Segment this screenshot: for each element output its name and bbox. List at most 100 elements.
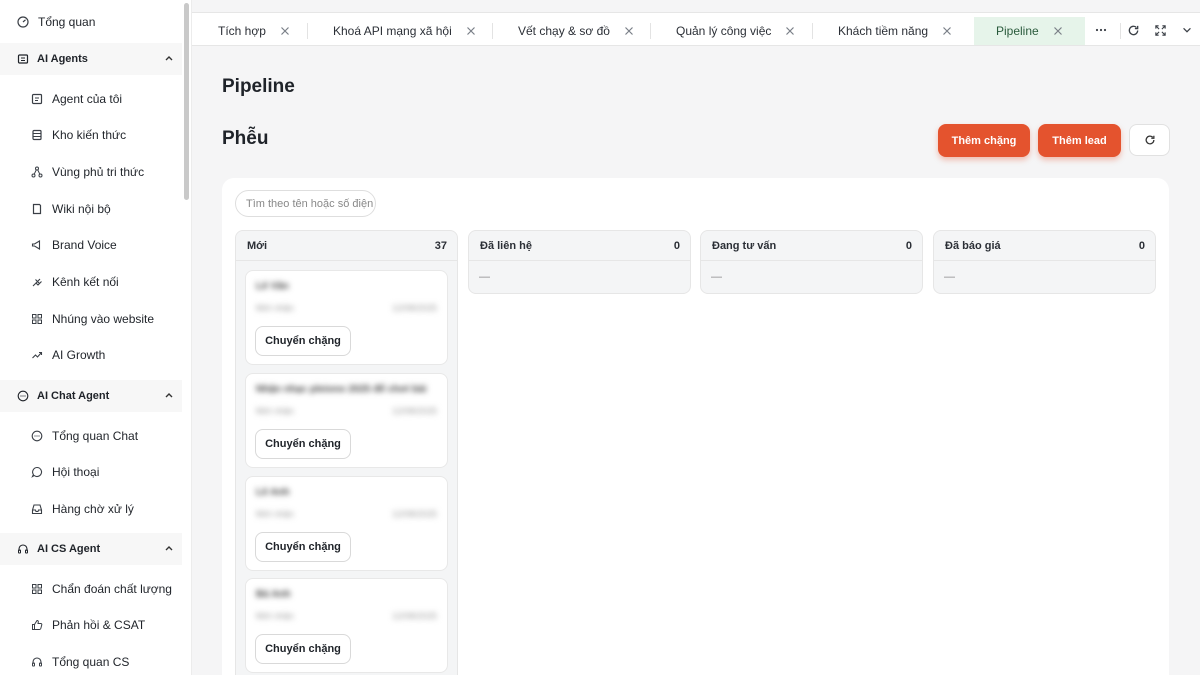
lead-card[interactable]: Lê Anh Mới nhận 12/08/2025 Chuyển chặng	[245, 476, 448, 571]
sidebar-item-wiki[interactable]: Wiki nội bộ	[30, 195, 111, 223]
move-stage-button[interactable]: Chuyển chặng	[255, 634, 351, 664]
lead-card[interactable]: Lê Văn Mới nhận 12/08/2025 Chuyển chặng	[245, 270, 448, 365]
tab-label: Khoá API mạng xã hội	[333, 24, 452, 38]
stage-column-consulting: Đang tư vấn 0 —	[700, 230, 923, 294]
sidebar-item-knowledge-base[interactable]: Kho kiến thức	[30, 121, 126, 149]
lead-name: Lê Anh	[256, 487, 290, 498]
lead-date: 12/08/2025	[391, 611, 437, 621]
chevron-up-icon	[165, 56, 173, 61]
tab-pipeline[interactable]: Pipeline	[974, 17, 1085, 45]
tab-divider	[650, 23, 651, 39]
column-title: Đã liên hệ	[480, 240, 532, 252]
sidebar-group-ai-agents[interactable]: AI Agents	[0, 43, 182, 75]
tab-label: Quản lý công việc	[676, 24, 772, 38]
lead-date: 12/08/2025	[391, 303, 437, 313]
column-count: 0	[1138, 240, 1145, 252]
sidebar: Tổng quan AI Agents Agent của tôi Kho ki…	[0, 0, 192, 675]
more-tabs-icon[interactable]	[1094, 23, 1108, 37]
chevron-down-icon[interactable]	[1180, 23, 1194, 37]
sidebar-item-ai-growth[interactable]: AI Growth	[30, 341, 105, 369]
close-icon[interactable]	[280, 26, 290, 36]
tab-traces[interactable]: Vết chạy & sơ đồ	[518, 17, 634, 45]
column-header: Đã báo giá 0	[934, 231, 1155, 261]
tab-task-management[interactable]: Quản lý công việc	[676, 17, 795, 45]
sidebar-item-label: Brand Voice	[52, 238, 117, 252]
close-icon[interactable]	[942, 26, 952, 36]
tab-social-api-keys[interactable]: Khoá API mạng xã hội	[333, 17, 476, 45]
sidebar-group-label: AI Chat Agent	[37, 390, 110, 402]
move-stage-button[interactable]: Chuyển chặng	[255, 326, 351, 356]
close-icon[interactable]	[624, 26, 634, 36]
lead-status: Mới nhận	[256, 509, 294, 519]
column-empty-placeholder: —	[944, 271, 955, 283]
sidebar-item-feedback-csat[interactable]: Phản hồi & CSAT	[30, 611, 145, 639]
reload-icon[interactable]	[1126, 23, 1140, 37]
tab-bar: Tích hợp Khoá API mạng xã hội Vết chạy &…	[192, 12, 1200, 46]
agent-icon	[30, 92, 44, 106]
stage-column-contacted: Đã liên hệ 0 —	[468, 230, 691, 294]
tab-divider	[812, 23, 813, 39]
move-stage-button[interactable]: Chuyển chặng	[255, 532, 351, 562]
sidebar-item-label: Hàng chờ xử lý	[52, 502, 134, 516]
sidebar-item-channels[interactable]: Kênh kết nối	[30, 268, 119, 296]
tab-divider	[492, 23, 493, 39]
column-empty-placeholder: —	[711, 271, 722, 283]
column-title: Đang tư vấn	[712, 240, 777, 252]
tab-leads[interactable]: Khách tiềm năng	[838, 17, 952, 45]
fullscreen-icon[interactable]	[1153, 23, 1167, 37]
search-input[interactable]	[235, 190, 376, 217]
sidebar-item-label: Chẩn đoán chất lượng	[52, 582, 172, 596]
lead-name: Bá Anh	[256, 589, 291, 600]
move-stage-button[interactable]: Chuyển chặng	[255, 429, 351, 459]
inbox-icon	[30, 502, 44, 516]
network-icon	[30, 165, 44, 179]
sidebar-item-brand-voice[interactable]: Brand Voice	[30, 231, 117, 259]
add-stage-button[interactable]: Thêm chặng	[938, 124, 1030, 157]
sidebar-item-label: Hội thoại	[52, 465, 100, 479]
tab-label: Vết chạy & sơ đồ	[518, 24, 610, 38]
sidebar-item-cs-overview[interactable]: Tổng quan CS	[30, 648, 129, 675]
chat-icon	[30, 429, 44, 443]
close-icon[interactable]	[1053, 26, 1063, 36]
refresh-button[interactable]	[1129, 124, 1170, 156]
sidebar-item-label: Kênh kết nối	[52, 275, 119, 289]
stage-column-quoted: Đã báo giá 0 —	[933, 230, 1156, 294]
tab-integrations[interactable]: Tích hợp	[218, 17, 290, 45]
message-icon	[30, 465, 44, 479]
sidebar-item-overview[interactable]: Tổng quan	[16, 8, 95, 36]
book-icon	[30, 202, 44, 216]
sidebar-item-quality-diagnosis[interactable]: Chẩn đoán chất lượng	[30, 575, 172, 603]
section-title: Phễu	[222, 128, 269, 149]
add-lead-button[interactable]: Thêm lead	[1038, 124, 1121, 157]
sidebar-item-conversations[interactable]: Hội thoại	[30, 458, 99, 486]
sidebar-item-label: Nhúng vào website	[52, 312, 155, 326]
sidebar-group-ai-cs-agent[interactable]: AI CS Agent	[0, 533, 182, 565]
sidebar-item-chat-overview[interactable]: Tổng quan Chat	[30, 422, 138, 450]
grid-icon	[30, 582, 44, 596]
sidebar-group-ai-chat-agent[interactable]: AI Chat Agent	[0, 380, 182, 412]
sidebar-item-knowledge-coverage[interactable]: Vùng phủ tri thức	[30, 158, 144, 186]
close-icon[interactable]	[785, 26, 795, 36]
sidebar-item-my-agents[interactable]: Agent của tôi	[30, 85, 122, 113]
lead-name: Lê Văn	[256, 281, 289, 292]
sidebar-group-label: AI CS Agent	[37, 543, 101, 555]
lead-card[interactable]: Bá Anh Mới nhận 12/08/2025 Chuyển chặng	[245, 578, 448, 673]
chat-icon	[16, 389, 30, 403]
dashboard-icon	[16, 15, 30, 29]
lead-status: Mới nhận	[256, 303, 294, 313]
sidebar-item-embed-website[interactable]: Nhúng vào website	[30, 305, 154, 333]
column-header: Đang tư vấn 0	[701, 231, 922, 261]
sidebar-scrollbar[interactable]	[184, 3, 189, 200]
lead-status: Mới nhận	[256, 406, 294, 416]
robot-icon	[16, 52, 30, 66]
column-empty-placeholder: —	[479, 271, 490, 283]
sidebar-item-label: Tổng quan Chat	[52, 429, 139, 443]
lead-card[interactable]: Nhận nhạc pleiono 2025 để chơi bài Mới n…	[245, 373, 448, 468]
lead-date: 12/08/2025	[391, 406, 437, 416]
close-icon[interactable]	[466, 26, 476, 36]
sidebar-item-queue[interactable]: Hàng chờ xử lý	[30, 495, 134, 523]
column-title: Đã báo giá	[945, 240, 1001, 252]
grid-icon	[30, 312, 44, 326]
tab-divider	[1120, 23, 1121, 39]
tab-label: Khách tiềm năng	[838, 24, 929, 38]
